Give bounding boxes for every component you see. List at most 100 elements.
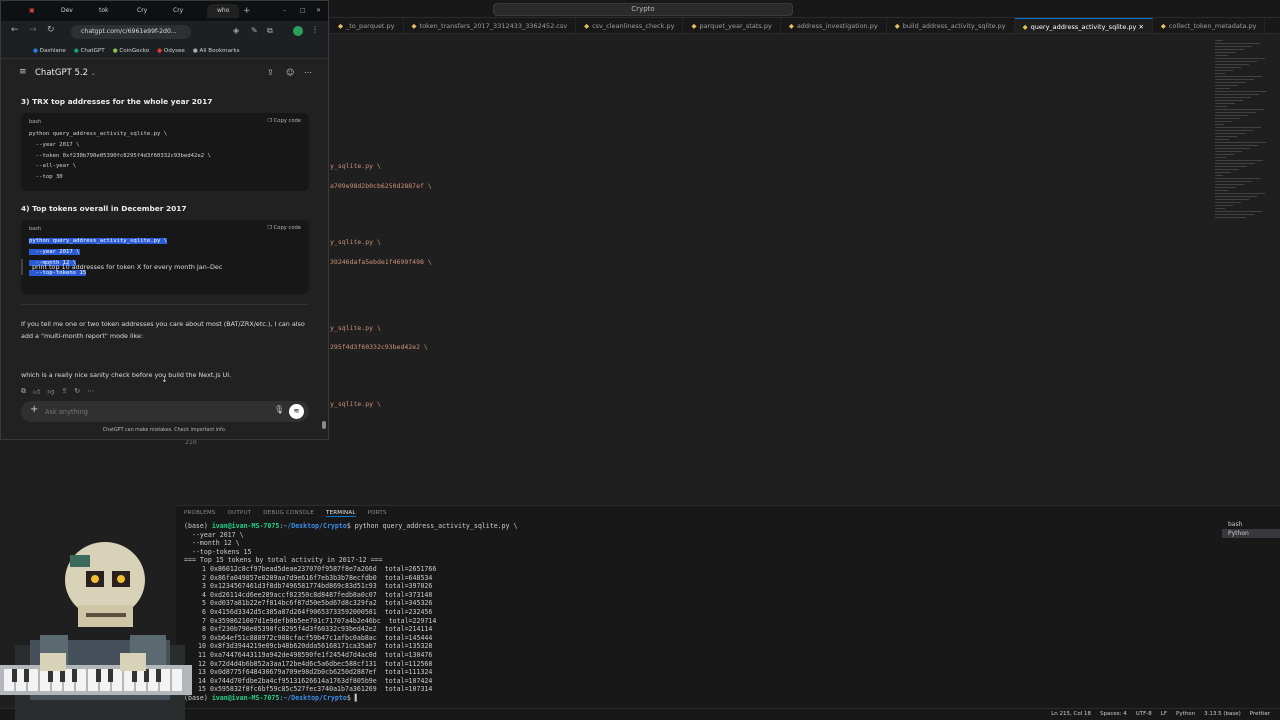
terminal-result-row: 12 0x72d4d4b6b852a3aa172be4d6c5a6dbec588c… <box>184 660 1214 669</box>
model-selector[interactable]: ChatGPT 5.2 ⌄ <box>35 68 96 78</box>
profile-avatar[interactable] <box>293 26 303 36</box>
thumbs-down-icon[interactable]: 👎︎ <box>47 387 54 396</box>
user-add-icon[interactable]: ☺ <box>286 68 294 77</box>
scroll-down-icon[interactable]: ↓ <box>161 375 168 384</box>
scrollbar-thumb[interactable] <box>322 421 326 429</box>
status-item[interactable]: 3.13.5 (base) <box>1204 711 1241 717</box>
terminal-instance[interactable]: Python <box>1222 529 1280 538</box>
code-line: a709e98d2b0cb6250d2887ef \ <box>330 182 432 190</box>
bookmark-label: All Bookmarks <box>199 47 240 54</box>
status-item[interactable]: Python <box>1176 711 1195 717</box>
more-options-icon[interactable]: ⋯ <box>304 68 312 77</box>
bookmark[interactable]: ● CoinGecko <box>113 48 149 54</box>
more-icon[interactable]: ⋯ <box>87 387 94 396</box>
share-icon[interactable]: ⇪ <box>267 68 274 77</box>
panel-tab-ports[interactable]: PORTS <box>368 510 387 517</box>
editor-tab[interactable]: ◆ collect_token_metadata.py <box>1153 18 1266 33</box>
bookmark[interactable]: ● ChatGPT <box>74 48 105 54</box>
row-address: 0x595832f8fc6bf59c85c527fec3740a1b7a3612… <box>210 685 377 694</box>
browser-tab[interactable]: Dev <box>61 4 73 18</box>
close-tab-icon[interactable]: ✕ <box>1136 23 1143 31</box>
minimap-line <box>1215 61 1257 62</box>
minimap-line <box>1215 172 1231 173</box>
back-icon[interactable]: ← <box>11 25 19 35</box>
extensions-icon[interactable]: ⧉ <box>267 26 273 36</box>
bookmark[interactable]: ● Dashlane <box>33 48 66 54</box>
terminal-arg-line: --year 2017 \ <box>184 530 244 539</box>
minimize-icon[interactable]: – <box>283 4 286 18</box>
copy-icon[interactable]: ⧉ <box>21 387 26 396</box>
microphone-icon[interactable]: 🎙︎ <box>274 405 284 414</box>
panel-tab-problems[interactable]: PROBLEMS <box>184 510 216 517</box>
terminal-output[interactable]: (base) ivan@ivan-MS-7075:~/Desktop/Crypt… <box>184 522 1214 707</box>
editor-tab-label: _to_parquet.py <box>346 22 395 30</box>
browser-tab[interactable]: ▣ <box>29 4 53 18</box>
status-item[interactable]: Ln 215, Col 18 <box>1051 711 1091 717</box>
extension-icon[interactable]: ◈ <box>233 26 239 35</box>
share-icon[interactable]: ⇪ <box>61 387 67 396</box>
new-tab-icon[interactable]: + <box>243 4 251 18</box>
minimap[interactable] <box>1215 40 1275 270</box>
minimap-line <box>1215 211 1262 212</box>
browser-tab[interactable]: tok <box>99 4 109 18</box>
maximize-icon[interactable]: □ <box>300 4 306 18</box>
editor-tab-label: collect_token_metadata.py <box>1168 22 1257 30</box>
status-item[interactable]: UTF-8 <box>1136 711 1152 717</box>
minimap-line <box>1215 118 1240 119</box>
minimap-line <box>1215 106 1227 107</box>
chat-input[interactable] <box>45 404 245 419</box>
browser-tab[interactable]: Cry <box>137 4 147 18</box>
bookmark-label: CoinGecko <box>119 47 150 54</box>
editor-tab[interactable]: ◆ parquet_year_stats.py <box>683 18 781 33</box>
browser-tab-active[interactable]: who <box>207 4 240 18</box>
status-item[interactable]: LF <box>1161 711 1167 717</box>
reload-icon[interactable]: ↻ <box>47 25 55 35</box>
terminal-result-row: 4 0xd26114cd6ee289accf82350c8d8487fedb8a0… <box>184 591 1214 600</box>
sidebar-toggle-icon[interactable]: ≡ <box>19 67 27 77</box>
chatgpt-header: ≡ ChatGPT 5.2 ⌄ ⇪ ☺ ⋯ <box>1 59 328 87</box>
voice-mode-button[interactable]: ≋ <box>289 404 304 419</box>
plus-icon[interactable]: + <box>30 404 38 415</box>
panel-tab-output[interactable]: OUTPUT <box>228 510 252 517</box>
row-address: 0x4156d3342d5c385a87d264f906537335920005… <box>210 607 377 616</box>
address-bar[interactable]: chatgpt.com/c/6961e99f-2d0... <box>71 25 191 39</box>
panel-tab-debug-console[interactable]: DEBUG CONSOLE <box>263 510 314 517</box>
close-icon[interactable]: ✕ <box>316 4 321 18</box>
editor-tab[interactable]: ◆ _to_parquet.py <box>330 18 404 33</box>
minimap-line <box>1215 217 1246 218</box>
editor-tab[interactable]: ◆ csv_cleanliness_check.py <box>576 18 684 33</box>
bookmark[interactable]: ● Odysee <box>157 48 185 54</box>
forward-icon[interactable]: → <box>29 25 37 35</box>
editor-tab[interactable]: ◆ build_address_activity_sqlite.py <box>887 18 1015 33</box>
copy-code-button[interactable]: ❐ Copy code <box>267 118 301 124</box>
editor-tab[interactable]: ◆ token_transfers_2017_3312433_3362452.cs… <box>404 18 577 33</box>
chevron-down-icon: ⌄ <box>90 70 96 77</box>
minimap-line <box>1215 175 1223 176</box>
copy-code-button[interactable]: ❐ Copy code <box>267 225 301 231</box>
editor-tab[interactable]: ◆ address_investigation.py <box>781 18 887 33</box>
code-editor[interactable]: y_sqlite.py \ a709e98d2b0cb6250d2887ef \… <box>330 34 1210 504</box>
thumbs-up-icon[interactable]: 👍︎ <box>33 387 40 396</box>
panel-tab-terminal[interactable]: TERMINAL <box>326 510 356 517</box>
bookmark[interactable]: ● All Bookmarks <box>193 48 240 54</box>
editor-tab[interactable]: ◆ query_address_activity_sqlite.py ✕ <box>1014 18 1153 33</box>
row-address: 0xf230b790e05390fc8295f4d3f60332c93bed42… <box>210 625 377 634</box>
minimap-line <box>1215 181 1252 182</box>
regenerate-icon[interactable]: ↻ <box>74 387 80 396</box>
status-item[interactable]: Spaces: 4 <box>1100 711 1127 717</box>
python-file-icon: ◆ <box>788 22 794 30</box>
command-center-search[interactable]: Crypto <box>493 3 793 16</box>
menu-icon[interactable]: ⋮ <box>311 25 319 34</box>
minimap-line <box>1215 157 1226 158</box>
row-address: 0xd26114cd6ee289accf82350c8d8487fedb8a0c… <box>210 590 377 599</box>
browser-tab[interactable]: Cry <box>173 4 183 18</box>
row-total: total=648534 <box>384 573 433 582</box>
minimap-line <box>1215 70 1233 71</box>
terminal-cursor: ▌ <box>350 693 359 702</box>
status-item[interactable]: Prettier <box>1250 711 1270 717</box>
edit-icon[interactable]: ✎ <box>251 26 258 35</box>
terminal-arg-line: --month 12 \ <box>184 539 240 548</box>
terminal-instance[interactable]: bash <box>1222 520 1280 529</box>
row-address: 0x8f3d3944219e09cb48b620dda56168171ca35a… <box>210 642 377 651</box>
minimap-line <box>1215 109 1264 110</box>
